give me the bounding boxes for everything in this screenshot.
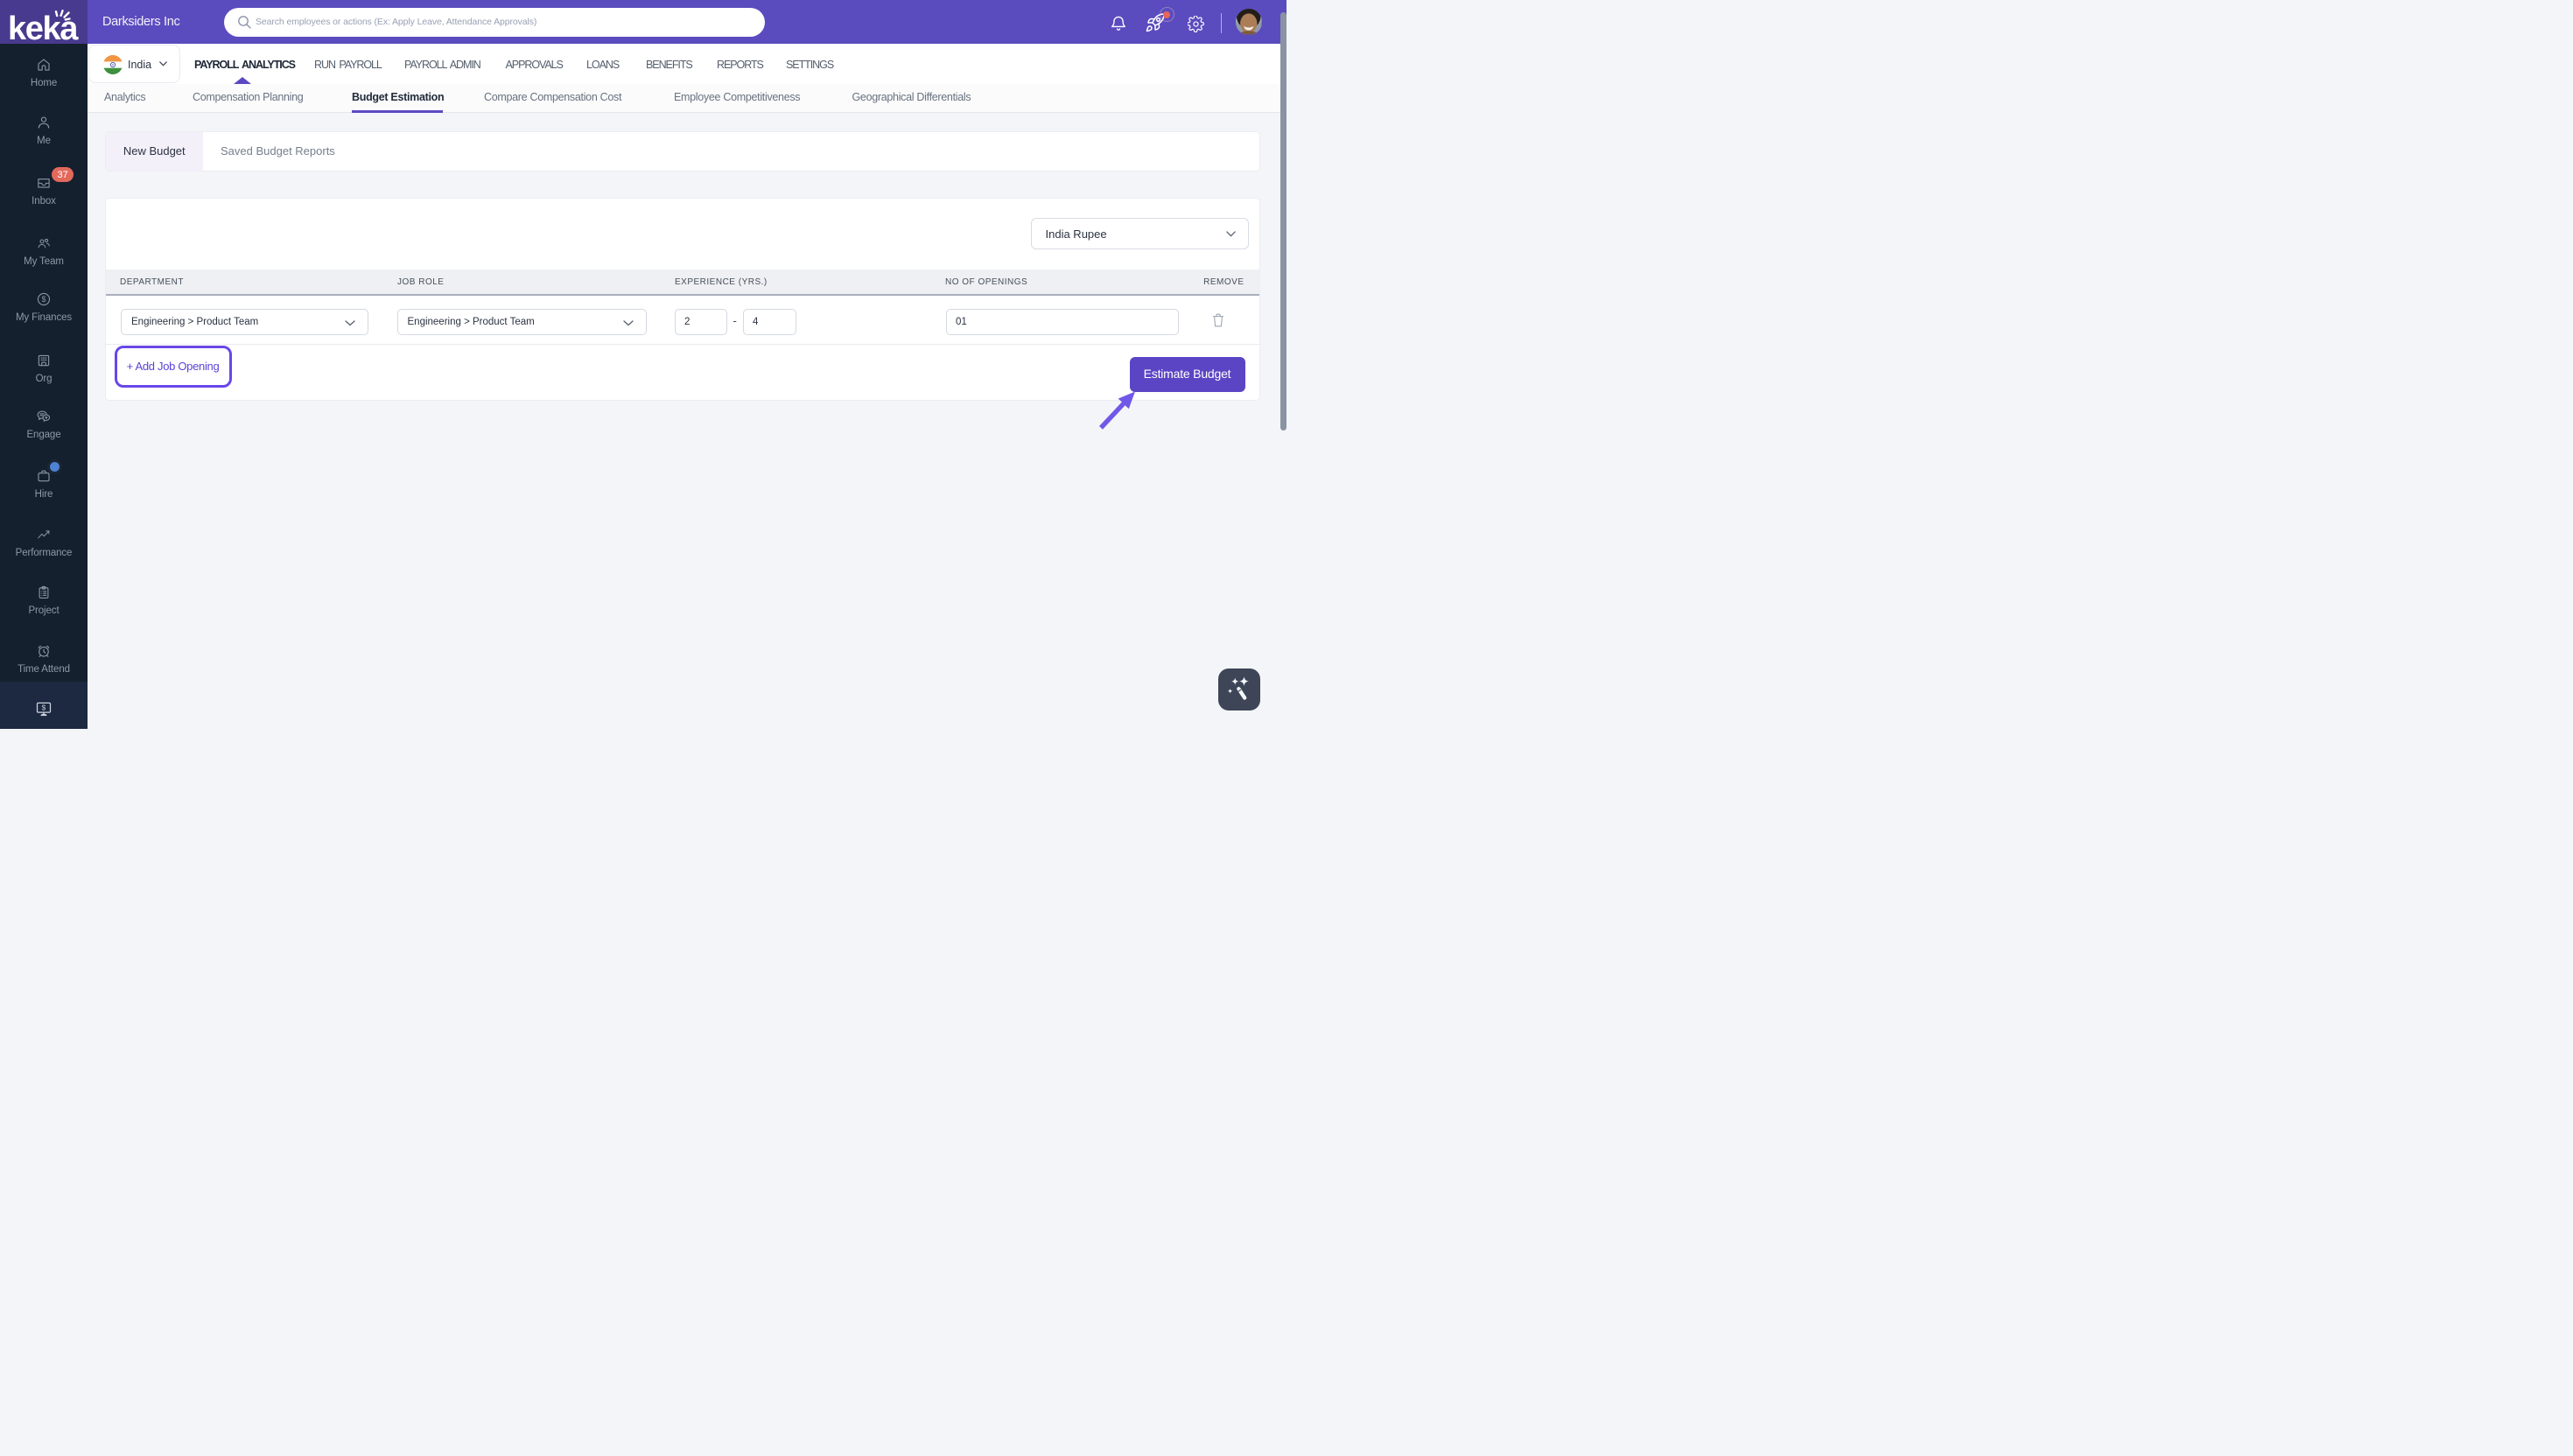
svg-text:$: $ (42, 704, 46, 711)
svg-text:$: $ (41, 295, 46, 304)
